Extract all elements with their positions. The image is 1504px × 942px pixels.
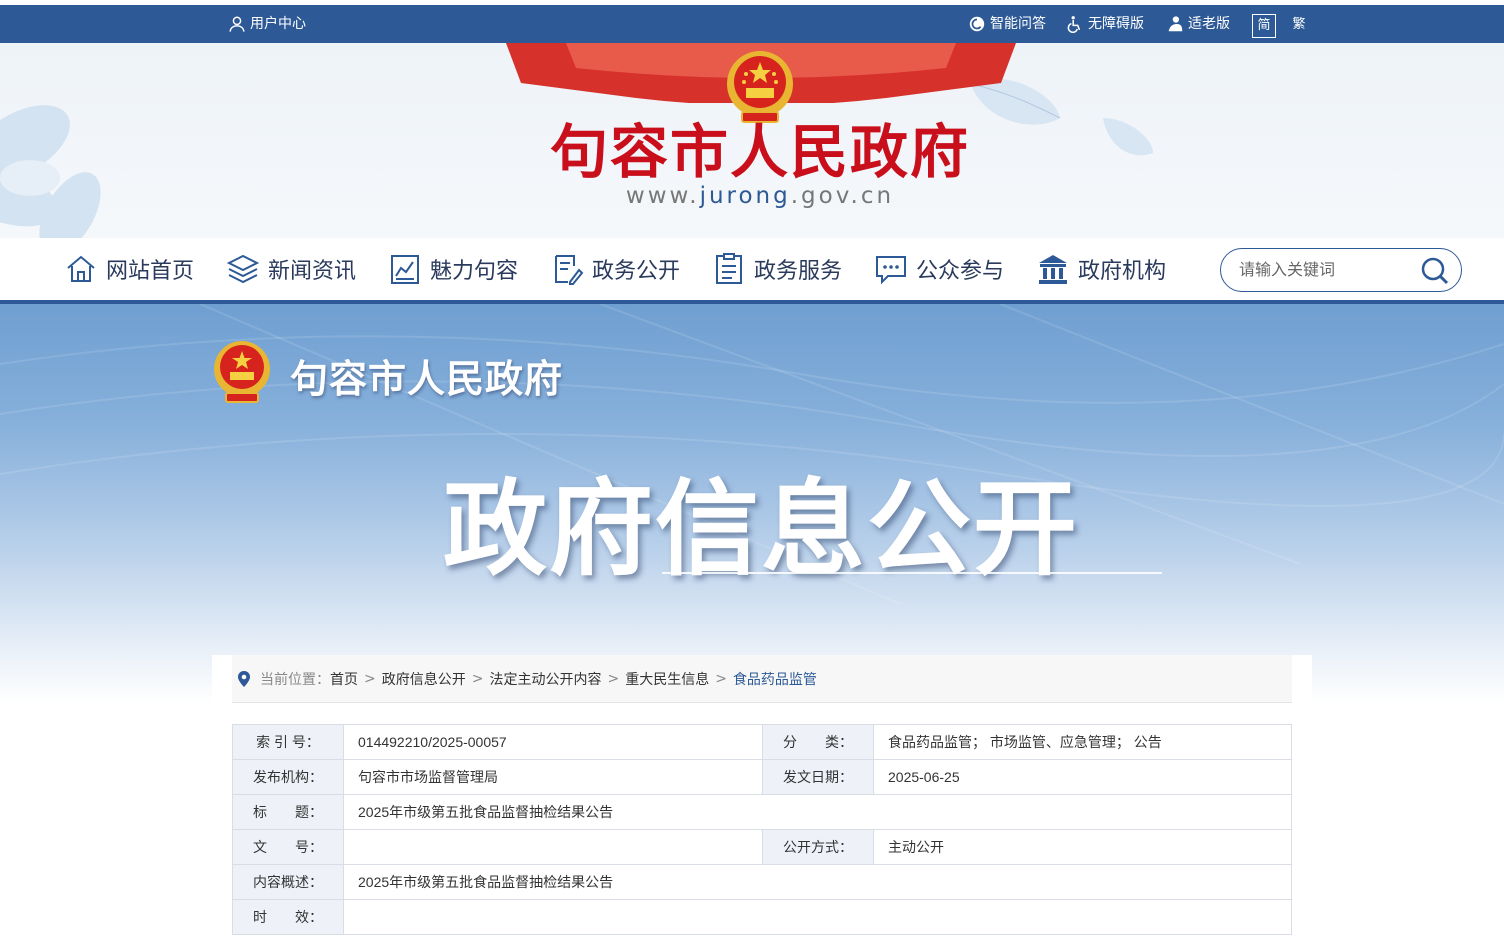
document-info-table: 索 引 号： 014492210/2025-00057 分 类： 食品药品监管；… <box>232 724 1292 935</box>
breadcrumb-separator: > <box>471 670 484 687</box>
accessibility-link[interactable]: 无障碍版 <box>1066 5 1144 43</box>
smart-qa-link[interactable]: 智能问答 <box>968 5 1046 43</box>
breadcrumb-item-livelihood[interactable]: 重大民生信息 <box>625 669 709 689</box>
nav-label: 公众参与 <box>916 259 1005 284</box>
table-row: 时 效： <box>232 899 1292 935</box>
breadcrumb-separator: > <box>715 670 727 687</box>
breadcrumb-separator: > <box>607 670 620 687</box>
validity-value <box>343 899 1292 935</box>
chat-icon <box>876 256 906 285</box>
validity-label: 时 效： <box>232 899 344 935</box>
elder-mode-label: 适老版 <box>1188 16 1230 32</box>
breadcrumb-item-home[interactable]: 首页 <box>330 669 358 689</box>
elder-icon <box>1168 16 1183 32</box>
doc-number-value <box>343 829 763 865</box>
url-domain: jurong <box>699 183 791 209</box>
breadcrumb-current[interactable]: 食品药品监管 <box>733 669 817 689</box>
index-number-value: 014492210/2025-00057 <box>343 724 763 760</box>
banner-underline <box>662 572 1162 574</box>
banner: 句容市人民政府 政府信息公开 <box>0 304 1504 704</box>
user-center-link[interactable]: 用户中心 <box>228 5 306 43</box>
nav-item-gov-affairs-open[interactable]: 政务公开 <box>550 238 680 300</box>
summary-value: 2025年市级第五批食品监督抽检结果公告 <box>343 864 1292 900</box>
user-center-label: 用户中心 <box>250 16 306 32</box>
breadcrumb-label: 当前位置： <box>260 671 330 688</box>
nav-item-charm[interactable]: 魅力句容 <box>388 238 518 300</box>
breadcrumb-item-info-open[interactable]: 政府信息公开 <box>382 669 466 689</box>
site-header: 句容市人民政府 www.jurong.gov.cn <box>0 43 1504 238</box>
doc-number-label: 文 号： <box>232 829 344 865</box>
accessibility-label: 无障碍版 <box>1088 16 1144 32</box>
open-mode-label: 公开方式： <box>762 829 874 865</box>
index-number-label: 索 引 号： <box>232 724 344 760</box>
elder-mode-link[interactable]: 适老版 <box>1166 5 1230 43</box>
edit-doc-icon <box>555 255 584 285</box>
nav-item-news[interactable]: 新闻资讯 <box>226 238 356 300</box>
top-bar: 用户中心 智能问答 无障碍版 适老版 简 繁 <box>0 5 1504 43</box>
banner-site-name: 句容市人民政府 <box>290 357 564 401</box>
url-suffix: .gov.cn <box>790 183 895 209</box>
category-label: 分 类： <box>762 724 874 760</box>
banner-emblem-icon <box>214 341 270 403</box>
smart-qa-label: 智能问答 <box>990 16 1046 32</box>
traditional-chinese-toggle[interactable]: 繁 <box>1287 14 1311 38</box>
nav-label: 政府机构 <box>1078 259 1167 284</box>
table-row: 文 号： 公开方式： 主动公开 <box>232 829 1292 865</box>
layers-icon <box>226 254 260 284</box>
issue-date-value: 2025-06-25 <box>873 759 1292 795</box>
category-value: 食品药品监管； 市场监管、应急管理； 公告 <box>873 724 1292 760</box>
title-label: 标 题： <box>232 794 344 830</box>
list-doc-icon <box>716 253 742 284</box>
nav-label: 新闻资讯 <box>268 259 357 284</box>
search-box <box>1220 248 1462 292</box>
location-pin-icon <box>238 670 250 687</box>
publisher-label: 发布机构： <box>232 759 344 795</box>
breadcrumb-item-statutory[interactable]: 法定主动公开内容 <box>489 669 601 689</box>
url-prefix: www. <box>625 183 700 209</box>
open-mode-value: 主动公开 <box>873 829 1292 865</box>
nav-item-home[interactable]: 网站首页 <box>64 238 194 300</box>
nav-label: 网站首页 <box>106 259 195 284</box>
nav-label: 政务服务 <box>754 259 843 284</box>
search-input[interactable] <box>1239 258 1419 284</box>
title-value: 2025年市级第五批食品监督抽检结果公告 <box>343 794 1292 830</box>
chart-doc-icon <box>391 255 419 284</box>
simplified-chinese-toggle[interactable]: 简 <box>1252 14 1276 38</box>
nav-item-public-participation[interactable]: 公众参与 <box>874 238 1004 300</box>
main-nav: 网站首页 新闻资讯 魅力句容 政务公开 政务服务 公众参与 政府机构 <box>0 238 1504 300</box>
publisher-value: 句容市市场监督管理局 <box>343 759 763 795</box>
user-icon <box>229 16 245 32</box>
nav-item-gov-services[interactable]: 政务服务 <box>712 238 842 300</box>
nav-item-gov-agencies[interactable]: 政府机构 <box>1036 238 1166 300</box>
table-row: 标 题： 2025年市级第五批食品监督抽检结果公告 <box>232 794 1292 830</box>
summary-label: 内容概述： <box>232 864 344 900</box>
breadcrumb: 当前位置： 首页 > 政府信息公开 > 法定主动公开内容 > 重大民生信息 > … <box>232 655 1292 703</box>
search-icon[interactable] <box>1419 255 1451 287</box>
issue-date-label: 发文日期： <box>762 759 874 795</box>
table-row: 索 引 号： 014492210/2025-00057 分 类： 食品药品监管；… <box>232 724 1292 760</box>
qa-icon <box>969 16 985 32</box>
table-row: 内容概述： 2025年市级第五批食品监督抽检结果公告 <box>232 864 1292 900</box>
building-icon <box>1039 255 1067 284</box>
wheelchair-icon <box>1067 16 1081 33</box>
breadcrumb-separator: > <box>364 670 376 687</box>
site-url: www.jurong.gov.cn <box>0 183 1504 209</box>
home-icon <box>67 255 95 282</box>
site-title: 句容市人民政府 <box>549 118 970 186</box>
nav-label: 政务公开 <box>592 259 681 284</box>
nav-label: 魅力句容 <box>430 259 519 284</box>
table-row: 发布机构： 句容市市场监督管理局 发文日期： 2025-06-25 <box>232 759 1292 795</box>
